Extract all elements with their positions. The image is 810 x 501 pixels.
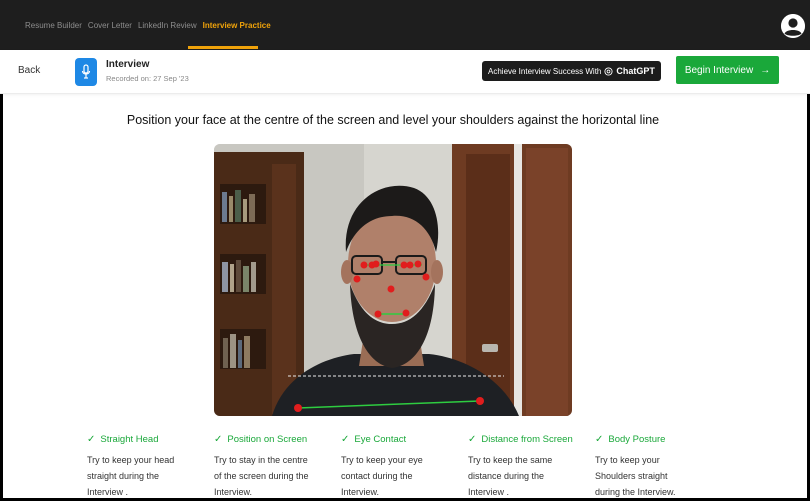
nav-tab-cover-letter[interactable]: Cover Letter: [88, 21, 132, 30]
recorded-date: Recorded on: 27 Sep '23: [106, 74, 189, 83]
tip-text-line: Shoulders straight: [595, 471, 668, 481]
camera-preview: [214, 144, 572, 416]
active-tab-underline: [188, 46, 258, 49]
tip-title: Eye Contact: [354, 434, 407, 445]
tip-title: Straight Head: [100, 434, 159, 445]
chatgpt-promo-button[interactable]: Achieve Interview Success With ChatGPT: [482, 61, 661, 81]
nav-tab-interview-practice[interactable]: Interview Practice: [203, 21, 271, 30]
begin-interview-label: Begin Interview: [684, 64, 754, 76]
tip-eye-contact: ✓ Eye Contact Try to keep your eye contac…: [341, 434, 451, 500]
check-icon: ✓: [468, 434, 477, 445]
arrow-right-icon: →: [760, 64, 771, 76]
tip-text-line: Try to keep your head: [87, 455, 175, 465]
check-icon: ✓: [214, 434, 223, 445]
tip-text-line: straight during the: [87, 471, 160, 481]
check-icon: ✓: [87, 434, 96, 445]
tip-text-line: during the Interview.: [595, 487, 676, 497]
tip-text-line: Interview.: [214, 487, 253, 497]
nav-tabs: Resume Builder Cover Letter LinkedIn Rev…: [25, 21, 277, 30]
interview-title: Interview: [106, 59, 150, 70]
tip-distance-from-screen: ✓ Distance from Screen Try to keep the sa…: [468, 434, 578, 500]
microphone-icon: [75, 58, 97, 86]
tip-text-line: Try to keep your eye: [341, 455, 423, 465]
tip-text-line: contact during the: [341, 471, 413, 481]
tip-text-line: Interview .: [87, 487, 129, 497]
tip-title: Body Posture: [608, 434, 666, 445]
tip-title: Distance from Screen: [481, 434, 573, 445]
nav-tab-linkedin-review[interactable]: LinkedIn Review: [138, 21, 197, 30]
camera-feed-image: [214, 144, 572, 416]
check-icon: ✓: [341, 434, 350, 445]
tip-text-line: of the screen during the: [214, 471, 309, 481]
tip-title: Position on Screen: [227, 434, 308, 445]
tip-text-line: Interview .: [468, 487, 510, 497]
interview-header: Back Interview Recorded on: 27 Sep '23 A…: [0, 50, 810, 94]
tip-text-line: Try to keep the same: [468, 455, 553, 465]
top-nav-bar: Resume Builder Cover Letter LinkedIn Rev…: [0, 0, 810, 50]
back-link[interactable]: Back: [18, 65, 40, 76]
chatgpt-promo-text: Achieve Interview Success With: [488, 66, 602, 76]
openai-logo-icon: [604, 66, 613, 76]
tip-straight-head: ✓ Straight Head Try to keep your head str…: [87, 434, 197, 500]
tip-body-posture: ✓ Body Posture Try to keep your Shoulders…: [595, 434, 705, 500]
tip-text-line: Try to stay in the centre: [214, 455, 308, 465]
check-icon: ✓: [595, 434, 604, 445]
chatgpt-brand: ChatGPT: [616, 66, 655, 76]
user-circle-icon[interactable]: [781, 14, 805, 38]
posture-tips: ✓ Straight Head Try to keep your head str…: [0, 434, 810, 501]
tip-text-line: Interview.: [341, 487, 380, 497]
tip-text-line: Try to keep your: [595, 455, 660, 465]
tip-text-line: distance during the: [468, 471, 545, 481]
page-instruction: Position your face at the centre of the …: [126, 113, 660, 127]
tip-position-on-screen: ✓ Position on Screen Try to stay in the c…: [214, 434, 324, 500]
nav-tab-resume-builder[interactable]: Resume Builder: [25, 21, 82, 30]
begin-interview-button[interactable]: Begin Interview →: [676, 56, 779, 84]
